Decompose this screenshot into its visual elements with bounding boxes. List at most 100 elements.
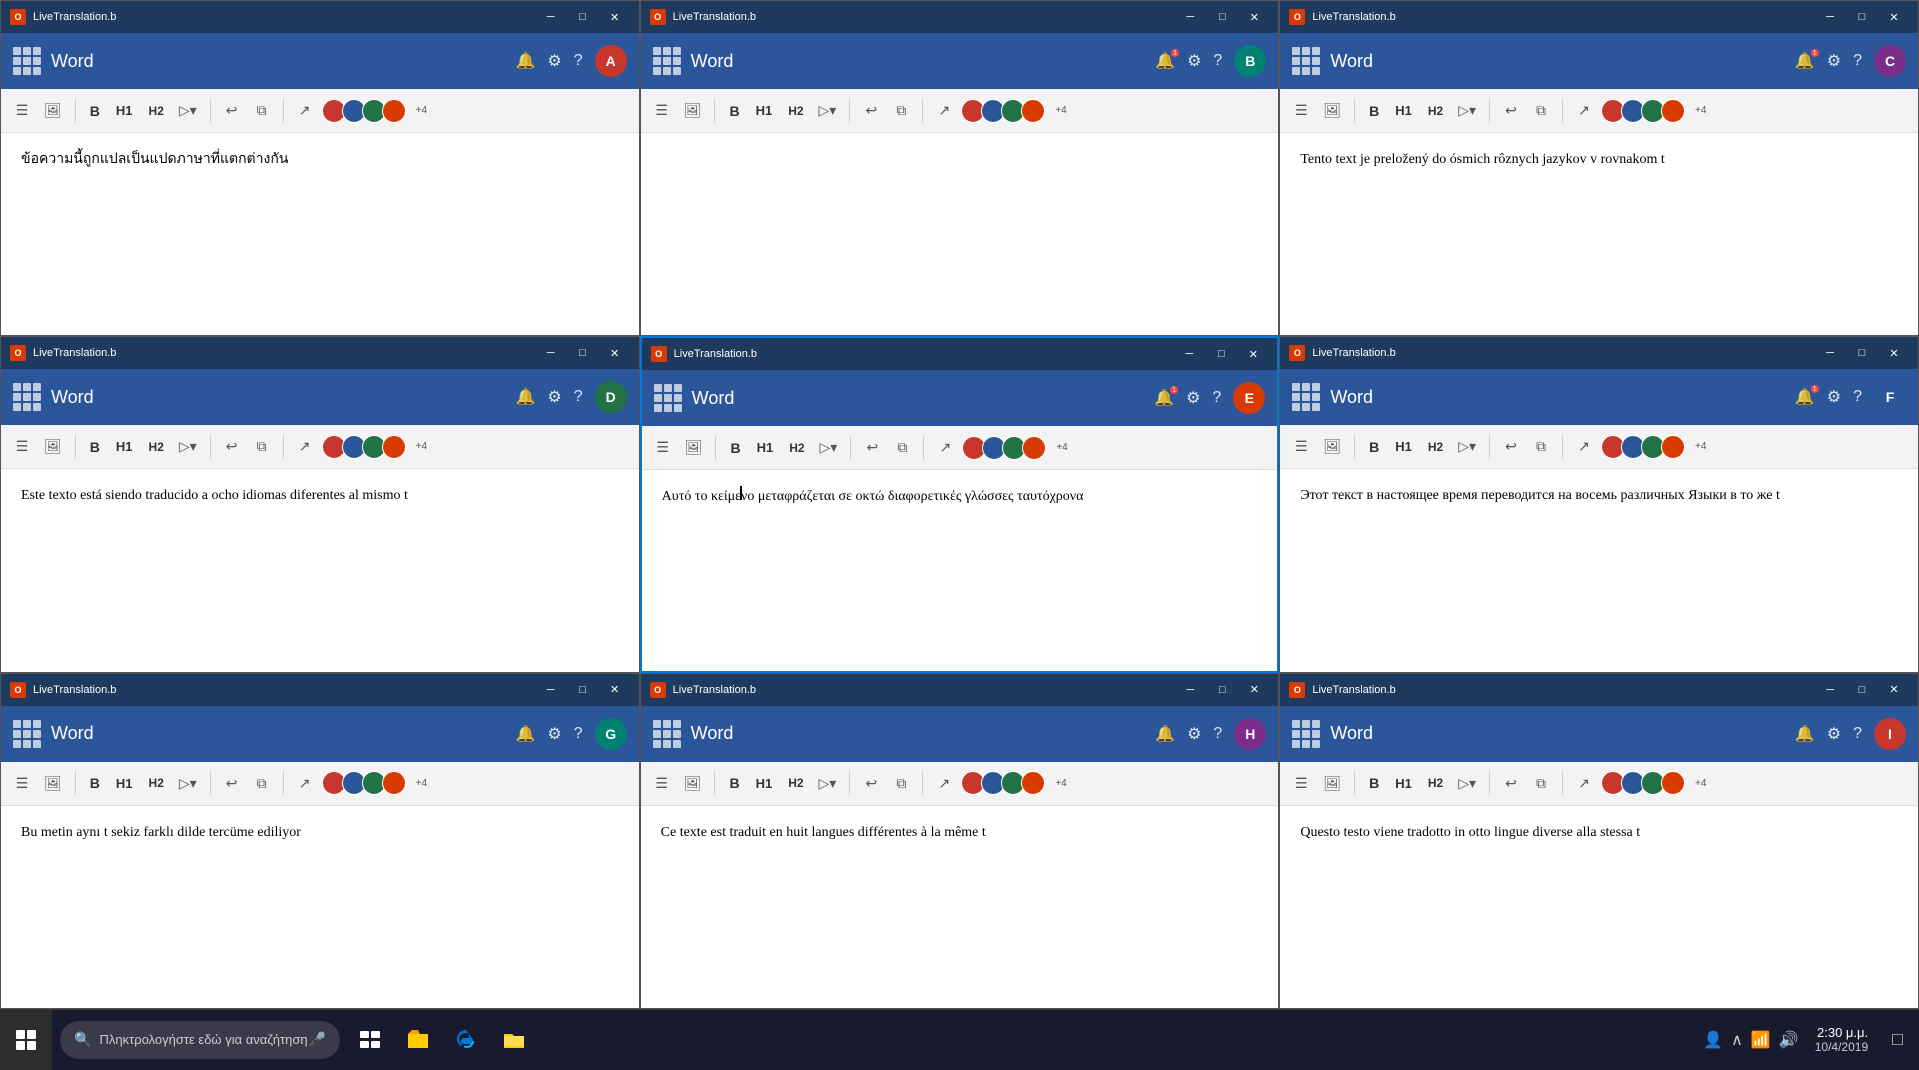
doc-content-5[interactable]: Этот текст в настоящее время переводится… [1280,469,1918,671]
collab-count-6[interactable]: +4 [412,776,431,791]
list-icon-7[interactable]: ☰ [649,768,675,798]
avatar-header-7[interactable]: H [1234,718,1266,750]
undo-btn-3[interactable]: ↩ [219,432,245,462]
h1-btn-8[interactable]: H1 [1389,768,1418,798]
play-btn-4[interactable]: ▷▾ [815,433,843,463]
start-button[interactable] [0,1010,52,1070]
bold-btn-2[interactable]: B [1363,96,1385,126]
share-btn-0[interactable]: ↗ [292,96,318,126]
avatar-header-8[interactable]: I [1874,718,1906,750]
doc-content-1[interactable] [641,133,1279,335]
h2-btn-5[interactable]: H2 [1422,432,1449,462]
undo-btn-4[interactable]: ↩ [859,433,885,463]
doc-content-3[interactable]: Este texto está siendo traducido a ocho … [1,469,639,671]
share-btn-5[interactable]: ↗ [1571,432,1597,462]
close-btn-0[interactable]: ✕ [599,1,631,33]
collab-count-2[interactable]: +4 [1691,103,1710,118]
help-icon-4[interactable]: ? [1212,389,1221,407]
copy-btn-5[interactable]: ⧉ [1528,432,1554,462]
bold-btn-0[interactable]: B [84,96,106,126]
bell-icon-6[interactable]: 🔔 [515,724,535,744]
person-connect-icon[interactable]: 👤 [1703,1030,1723,1050]
help-icon-7[interactable]: ? [1213,725,1222,743]
maximize-btn-3[interactable]: □ [567,337,599,369]
bell-icon-3[interactable]: 🔔 [515,387,535,407]
bold-btn-3[interactable]: B [84,432,106,462]
gear-icon-3[interactable]: ⚙ [547,387,561,407]
doc-content-2[interactable]: Tento text je preložený do ósmich rôznyc… [1280,133,1918,335]
avatar-header-3[interactable]: D [595,381,627,413]
share-btn-4[interactable]: ↗ [932,433,958,463]
list-icon-5[interactable]: ☰ [1288,432,1314,462]
maximize-btn-4[interactable]: □ [1205,338,1237,370]
avatar-header-5[interactable]: F [1874,381,1906,413]
h1-btn-6[interactable]: H1 [110,768,139,798]
h1-btn-2[interactable]: H1 [1389,96,1418,126]
gear-icon-2[interactable]: ⚙ [1827,51,1841,71]
gear-icon-1[interactable]: ⚙ [1187,51,1201,71]
h1-btn-7[interactable]: H1 [750,768,779,798]
bell-icon-8[interactable]: 🔔 [1795,724,1815,744]
doc-content-6[interactable]: Bu metin aynı t sekiz farklı dilde tercü… [1,806,639,1008]
help-icon-3[interactable]: ? [574,388,583,406]
taskview-btn[interactable] [348,1018,392,1062]
h2-btn-6[interactable]: H2 [143,768,170,798]
gear-icon-5[interactable]: ⚙ [1827,387,1841,407]
h1-btn-0[interactable]: H1 [110,96,139,126]
chevron-up-icon[interactable]: ∧ [1731,1030,1743,1050]
h2-btn-4[interactable]: H2 [783,433,810,463]
image-icon-7[interactable]: 🖼 [679,768,707,798]
share-btn-2[interactable]: ↗ [1571,96,1597,126]
help-icon-6[interactable]: ? [574,725,583,743]
undo-btn-8[interactable]: ↩ [1498,768,1524,798]
copy-btn-0[interactable]: ⧉ [249,96,275,126]
image-icon-6[interactable]: 🖼 [39,768,67,798]
help-icon-8[interactable]: ? [1853,725,1862,743]
minimize-btn-5[interactable]: ─ [1814,337,1846,369]
close-btn-6[interactable]: ✕ [599,674,631,706]
bold-btn-7[interactable]: B [723,768,745,798]
image-icon-3[interactable]: 🖼 [39,432,67,462]
bell-icon-7[interactable]: 🔔 [1155,724,1175,744]
h2-btn-3[interactable]: H2 [143,432,170,462]
apps-grid-icon-2[interactable] [1292,47,1320,75]
collab-count-3[interactable]: +4 [412,439,431,454]
image-icon-4[interactable]: 🖼 [680,433,708,463]
minimize-btn-0[interactable]: ─ [535,1,567,33]
maximize-btn-0[interactable]: □ [567,1,599,33]
list-icon-1[interactable]: ☰ [649,96,675,126]
help-icon-2[interactable]: ? [1853,52,1862,70]
taskbar-search-bar[interactable]: 🔍 Πληκτρολογήστε εδώ για αναζήτηση 🎤 [60,1021,340,1059]
apps-grid-icon-6[interactable] [13,720,41,748]
minimize-btn-1[interactable]: ─ [1174,1,1206,33]
play-btn-8[interactable]: ▷▾ [1453,768,1481,798]
bell-badge-2[interactable]: 🔔 1 [1795,51,1815,71]
maximize-btn-2[interactable]: □ [1846,1,1878,33]
collab-count-5[interactable]: +4 [1691,439,1710,454]
maximize-btn-1[interactable]: □ [1206,1,1238,33]
h2-btn-8[interactable]: H2 [1422,768,1449,798]
maximize-btn-7[interactable]: □ [1206,674,1238,706]
bold-btn-8[interactable]: B [1363,768,1385,798]
minimize-btn-6[interactable]: ─ [535,674,567,706]
bell-badge-5[interactable]: 🔔 1 [1795,387,1815,407]
collab-count-0[interactable]: +4 [412,103,431,118]
copy-btn-3[interactable]: ⧉ [249,432,275,462]
play-btn-0[interactable]: ▷▾ [174,96,202,126]
undo-btn-6[interactable]: ↩ [219,768,245,798]
copy-btn-4[interactable]: ⧉ [889,433,915,463]
apps-grid-icon-8[interactable] [1292,720,1320,748]
network-icon[interactable]: 📶 [1751,1030,1771,1050]
list-icon-4[interactable]: ☰ [650,433,676,463]
minimize-btn-4[interactable]: ─ [1173,338,1205,370]
bold-btn-6[interactable]: B [84,768,106,798]
share-btn-1[interactable]: ↗ [931,96,957,126]
play-btn-1[interactable]: ▷▾ [814,96,842,126]
doc-content-0[interactable]: ข้อความนี้ถูกแปลเป็นแปดภาษาที่แตกต่างกัน [1,133,639,335]
close-btn-2[interactable]: ✕ [1878,1,1910,33]
h1-btn-3[interactable]: H1 [110,432,139,462]
minimize-btn-2[interactable]: ─ [1814,1,1846,33]
close-btn-3[interactable]: ✕ [599,337,631,369]
apps-grid-icon-5[interactable] [1292,383,1320,411]
minimize-btn-8[interactable]: ─ [1814,674,1846,706]
